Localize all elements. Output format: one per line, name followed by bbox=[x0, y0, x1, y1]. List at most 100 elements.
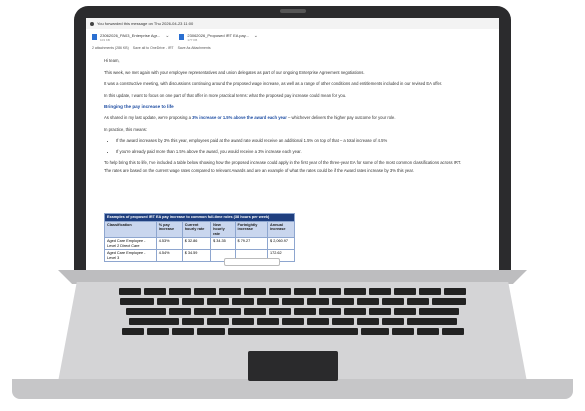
key bbox=[256, 298, 279, 305]
key bbox=[169, 308, 191, 315]
key bbox=[144, 288, 166, 295]
key bbox=[231, 318, 254, 325]
attachment-count: 2 attachments (286 KB) bbox=[92, 46, 129, 50]
key bbox=[369, 288, 391, 295]
key bbox=[171, 328, 194, 335]
paragraph: In practice, this means: bbox=[104, 126, 148, 132]
key bbox=[219, 308, 241, 315]
key bbox=[356, 298, 379, 305]
chevron-down-icon[interactable]: ⌄ bbox=[165, 33, 169, 39]
column-header: Classification bbox=[104, 220, 157, 238]
key bbox=[269, 288, 291, 295]
key bbox=[331, 318, 354, 325]
table-caption: Examples of proposed IRT EA pay increase… bbox=[104, 213, 295, 222]
attachment-item[interactable]: 23062026_Proposed IRT EA pay... 177 KB ⌄ bbox=[179, 33, 258, 42]
laptop-front-edge bbox=[12, 379, 573, 399]
section-heading: Bringing the pay increase to life bbox=[104, 104, 174, 109]
key bbox=[281, 298, 304, 305]
touchpad bbox=[248, 351, 338, 381]
attachment-item[interactable]: 23062026_PA03_Enterprise Agr... 103 KB ⌄ bbox=[92, 33, 169, 42]
key bbox=[156, 298, 179, 305]
key bbox=[294, 288, 316, 295]
key bbox=[306, 298, 329, 305]
keyboard bbox=[92, 288, 493, 338]
key bbox=[194, 288, 216, 295]
column-header: Annual increase bbox=[267, 220, 295, 238]
save-to-onedrive-link[interactable]: Save all to OneDrive - IRT bbox=[133, 46, 174, 50]
key bbox=[381, 298, 404, 305]
key-row bbox=[92, 298, 493, 305]
key bbox=[231, 298, 254, 305]
key bbox=[126, 308, 166, 315]
key bbox=[419, 288, 441, 295]
paragraph: As shared in my last update, we're propo… bbox=[104, 115, 492, 120]
key bbox=[319, 308, 341, 315]
key bbox=[146, 328, 169, 335]
key bbox=[381, 318, 404, 325]
document-icon bbox=[179, 34, 185, 40]
key bbox=[269, 308, 291, 315]
highlight-text: 3% increase or 1.5% above the award each… bbox=[192, 115, 287, 120]
key bbox=[119, 288, 141, 295]
save-attachments-link[interactable]: Save As Attachments bbox=[178, 46, 211, 50]
key bbox=[206, 298, 229, 305]
paragraph: To help bring this to life, I've include… bbox=[104, 160, 462, 165]
paragraph: It was a constructive meeting, with disc… bbox=[104, 81, 443, 86]
key bbox=[416, 328, 439, 335]
table-cell: $ 34.59 bbox=[181, 249, 212, 262]
key bbox=[219, 288, 241, 295]
pay-increase-table: Examples of proposed IRT EA pay increase… bbox=[104, 213, 295, 262]
key-row bbox=[92, 318, 493, 325]
table-cell: Aged Care Employee - Level 2 Direct Care bbox=[104, 237, 157, 250]
table-cell: 4.54% bbox=[155, 249, 183, 262]
email-screen: You forwarded this message on Thu 2026-0… bbox=[86, 18, 499, 271]
text: – whichever delivers the higher pay outc… bbox=[286, 115, 396, 120]
key bbox=[306, 318, 329, 325]
list-item: If the award increases by 3% this year, … bbox=[116, 138, 492, 143]
key bbox=[406, 318, 457, 325]
attachment-size: 177 KB bbox=[187, 38, 198, 42]
table-cell: $ 32.86 bbox=[181, 237, 212, 250]
key-row bbox=[92, 328, 493, 335]
paragraph: In this update, I want to focus on one p… bbox=[104, 92, 347, 98]
key bbox=[119, 298, 154, 305]
column-header: Fortnightly increase bbox=[234, 220, 269, 238]
key bbox=[431, 298, 466, 305]
bullet-list: If the award increases by 3% this year, … bbox=[104, 138, 492, 154]
webcam bbox=[280, 9, 306, 13]
key-row bbox=[92, 308, 493, 315]
greeting: Hi team, bbox=[104, 58, 120, 63]
key bbox=[344, 308, 366, 315]
table-row: Aged Care Employee - Level 2 Direct Care… bbox=[104, 237, 295, 250]
key bbox=[244, 308, 266, 315]
list-item: If you're already paid more than 1.5% ab… bbox=[116, 149, 492, 154]
key bbox=[169, 288, 191, 295]
attachment-size: 103 KB bbox=[100, 38, 110, 42]
key bbox=[369, 308, 391, 315]
key bbox=[360, 328, 389, 335]
key bbox=[256, 318, 279, 325]
key bbox=[344, 288, 366, 295]
key bbox=[281, 318, 304, 325]
chevron-down-icon[interactable]: ⌄ bbox=[254, 33, 258, 39]
laptop-hinge bbox=[58, 270, 527, 284]
horizontal-scrollbar[interactable] bbox=[224, 258, 280, 266]
forward-icon bbox=[90, 21, 94, 26]
column-header: % pay increase bbox=[155, 220, 183, 238]
text: As shared in my last update, we're propo… bbox=[104, 115, 193, 120]
key bbox=[441, 328, 464, 335]
key bbox=[419, 308, 459, 315]
table-cell: 4.53% bbox=[155, 237, 183, 250]
attachment-list: 23062026_PA03_Enterprise Agr... 103 KB ⌄… bbox=[92, 33, 258, 42]
column-header: New hourly rate bbox=[210, 220, 236, 238]
key bbox=[181, 298, 204, 305]
key bbox=[181, 318, 204, 325]
key bbox=[444, 288, 466, 295]
key bbox=[206, 318, 229, 325]
email-body: Hi team, This week, we met again with yo… bbox=[104, 58, 492, 180]
spacebar bbox=[227, 328, 358, 335]
laptop-photo: You forwarded this message on Thu 2026-0… bbox=[0, 0, 585, 411]
key bbox=[294, 308, 316, 315]
key bbox=[121, 328, 144, 335]
key bbox=[356, 318, 379, 325]
